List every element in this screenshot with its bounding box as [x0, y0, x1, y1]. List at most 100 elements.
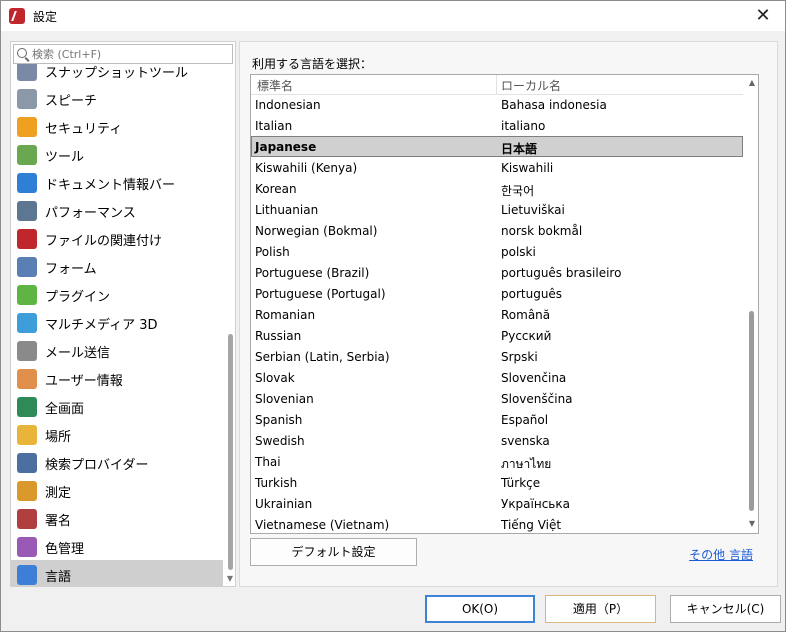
sidebar-item[interactable]: 検索プロバイダー	[11, 448, 223, 476]
section-label: 利用する言語を選択：	[252, 57, 373, 71]
table-row[interactable]: Korean 한국어	[251, 178, 743, 199]
table-rows: Indonesian Bahasa indonesia Italian italian…	[251, 94, 743, 533]
local-name-cell: 日本語	[501, 142, 538, 156]
sidebar-scrollbar-thumb[interactable]	[228, 334, 233, 570]
sidebar-item[interactable]: メール送信	[11, 336, 223, 364]
other-languages-link[interactable]: その他 言語	[689, 546, 753, 563]
standard-name-cell: Swedish	[255, 434, 305, 448]
pdf-file-icon	[17, 229, 37, 249]
scroll-down-arrow-icon[interactable]: ▼	[749, 519, 755, 528]
column-divider[interactable]	[496, 75, 497, 94]
table-row[interactable]: Spanish Español	[251, 409, 743, 430]
snapshot-icon	[17, 61, 37, 81]
sidebar-item[interactable]: 全画面	[11, 392, 223, 420]
sidebar-item[interactable]: ツール	[11, 140, 223, 168]
sidebar-item[interactable]: 場所	[11, 420, 223, 448]
sidebar-item[interactable]: ファイルの関連付け	[11, 224, 223, 252]
local-name-cell: Kiswahili	[501, 161, 554, 175]
table-row[interactable]: Italian italiano	[251, 115, 743, 136]
cancel-button[interactable]: キャンセル(C)	[670, 595, 781, 623]
standard-name-cell: Portuguese (Portugal)	[255, 287, 386, 301]
sidebar-item[interactable]: 色管理	[11, 532, 223, 560]
standard-name-cell: Slovenian	[255, 392, 314, 406]
standard-name-cell: Lithuanian	[255, 203, 319, 217]
local-name-cell: Slovenščina	[501, 392, 573, 406]
local-name-cell: Русский	[501, 329, 552, 343]
sidebar-item[interactable]: フォーム	[11, 252, 223, 280]
table-row[interactable]: Norwegian (Bokmal) norsk bokmål	[251, 220, 743, 241]
scroll-up-arrow-icon[interactable]: ▲	[749, 78, 755, 87]
sidebar-item[interactable]: プラグイン	[11, 280, 223, 308]
table-row[interactable]: Kiswahili (Kenya) Kiswahili	[251, 157, 743, 178]
table-row[interactable]: Portuguese (Portugal) português	[251, 283, 743, 304]
local-name-cell: Tiếng Việt	[501, 518, 562, 532]
local-name-cell: italiano	[501, 119, 546, 133]
sidebar-item-label: ユーザー情報	[45, 374, 123, 389]
ruler-icon	[17, 481, 37, 501]
sidebar-item[interactable]: セキュリティ	[11, 112, 223, 140]
mail-icon	[17, 341, 37, 361]
table-row[interactable]: Swedish svenska	[251, 430, 743, 451]
column-header-local[interactable]: ローカル名	[501, 77, 561, 94]
sidebar-item[interactable]: スピーチ	[11, 84, 223, 112]
table-row[interactable]: Slovenian Slovenščina	[251, 388, 743, 409]
sidebar-item-label: セキュリティ	[45, 122, 123, 137]
sidebar-item[interactable]: パフォーマンス	[11, 196, 223, 224]
search-icon	[17, 48, 27, 58]
sidebar-item[interactable]: ドキュメント情報バー	[11, 168, 223, 196]
table-row[interactable]: Lithuanian Lietuviškai	[251, 199, 743, 220]
default-settings-button[interactable]: デフォルト設定	[250, 538, 417, 566]
sidebar-item[interactable]: ユーザー情報	[11, 364, 223, 392]
shield-icon	[17, 117, 37, 137]
table-row[interactable]: Polish polski	[251, 241, 743, 262]
standard-name-cell: Slovak	[255, 371, 295, 385]
table-row[interactable]: Russian Русский	[251, 325, 743, 346]
sidebar-item[interactable]: 言語	[11, 560, 223, 586]
cube-icon	[17, 313, 37, 333]
standard-name-cell: Kiswahili (Kenya)	[255, 161, 358, 175]
language-panel: 利用する言語を選択： 標準名 ローカル名 Indonesian Bahasa in…	[239, 41, 778, 587]
table-row[interactable]: Ukrainian Українська	[251, 493, 743, 514]
app-logo-icon	[9, 8, 25, 24]
standard-name-cell: Polish	[255, 245, 290, 259]
local-name-cell: Slovenčina	[501, 371, 567, 385]
local-name-cell: Srpski	[501, 350, 538, 364]
search-input[interactable]	[32, 45, 227, 63]
ok-button[interactable]: OK(O)	[425, 595, 535, 623]
sidebar-search[interactable]	[13, 44, 233, 64]
table-row[interactable]: Indonesian Bahasa indonesia	[251, 94, 743, 115]
local-name-cell: Español	[501, 413, 549, 427]
table-row[interactable]: Slovak Slovenčina	[251, 367, 743, 388]
table-row[interactable]: Romanian Română	[251, 304, 743, 325]
table-header: 標準名 ローカル名	[251, 75, 743, 95]
table-scrollbar-thumb[interactable]	[749, 311, 754, 511]
settings-dialog: 設定 ✕ スナップショットツール スピーチ セキュリティ ツール ドキュメント情報バーパ…	[0, 0, 786, 632]
standard-name-cell: Vietnamese (Vietnam)	[255, 518, 390, 532]
standard-name-cell: Japanese	[255, 140, 317, 154]
sidebar-item[interactable]: マルチメディア 3D	[11, 308, 223, 336]
sidebar-item-label: ドキュメント情報バー	[45, 178, 176, 193]
sidebar-item-label: ツール	[45, 150, 85, 165]
table-row[interactable]: Thai ภาษาไทย	[251, 451, 743, 472]
gauge-icon	[17, 201, 37, 221]
form-icon	[17, 257, 37, 277]
standard-name-cell: Spanish	[255, 413, 303, 427]
scroll-down-arrow-icon[interactable]: ▼	[227, 574, 233, 583]
table-row[interactable]: Japanese 日本語	[251, 136, 743, 157]
column-header-standard[interactable]: 標準名	[257, 77, 293, 94]
standard-name-cell: Korean	[255, 182, 297, 196]
local-name-cell: svenska	[501, 434, 550, 448]
fullscreen-icon	[17, 397, 37, 417]
sidebar-item[interactable]: 署名	[11, 504, 223, 532]
apply-button[interactable]: 適用（P）	[545, 595, 656, 623]
sidebar-item[interactable]: 測定	[11, 476, 223, 504]
table-row[interactable]: Portuguese (Brazil) português brasileiro	[251, 262, 743, 283]
table-row[interactable]: Serbian (Latin, Serbia) Srpski	[251, 346, 743, 367]
table-row[interactable]: Turkish Türkçe	[251, 472, 743, 493]
settings-sidebar: スナップショットツール スピーチ セキュリティ ツール ドキュメント情報バー パフォーマン…	[10, 41, 236, 587]
close-button[interactable]: ✕	[741, 1, 785, 31]
signature-icon	[17, 509, 37, 529]
table-row[interactable]: Vietnamese (Vietnam) Tiếng Việt	[251, 514, 743, 533]
standard-name-cell: Ukrainian	[255, 497, 313, 511]
sidebar-item-label: フォーム	[45, 262, 97, 277]
